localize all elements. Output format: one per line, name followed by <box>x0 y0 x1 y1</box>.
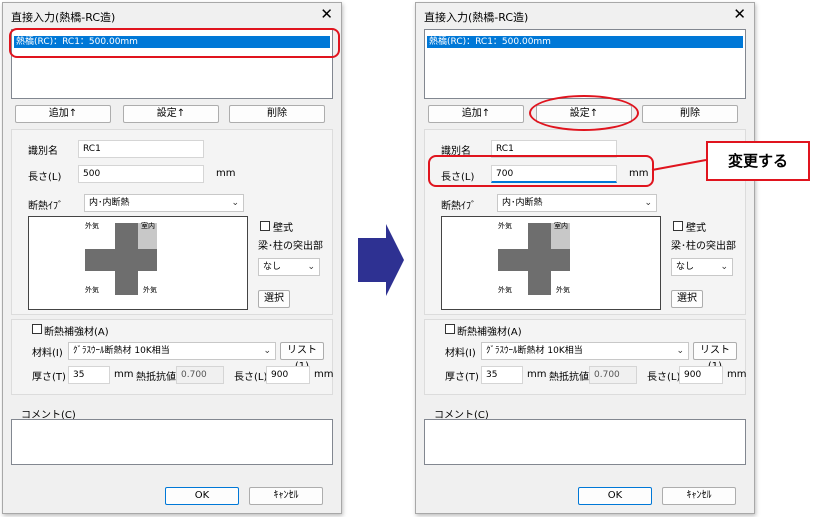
thermal-bridge-list[interactable]: 熱橋(RC)：RC1：500.00mm <box>424 29 746 99</box>
comment-field[interactable] <box>11 419 333 465</box>
set-button[interactable]: 設定↑ <box>123 105 219 123</box>
highlight-set-button <box>529 95 639 131</box>
reinforcement-panel: 断熱補強材(A) 材料(I) ｸﾞﾗｽｳｰﾙ断熱材 10K相当 ⌄ リスト(1)… <box>424 319 746 395</box>
id-field[interactable]: RC1 <box>78 140 204 158</box>
insulation-type-label: 断熱ｲﾌﾞ <box>441 201 476 212</box>
insulation-type-value: 内･内断熱 <box>89 198 130 208</box>
length-field[interactable]: 500 <box>78 165 204 183</box>
reinforcement-label: 断熱補強材(A) <box>457 327 522 338</box>
length2-unit: mm <box>314 369 334 380</box>
close-icon[interactable]: ✕ <box>733 5 746 23</box>
protrusion-label: 梁･柱の突出部 <box>258 241 323 252</box>
callout-pointer <box>651 159 707 171</box>
insulation-type-label: 断熱ｲﾌﾞ <box>28 201 63 212</box>
thickness-unit: mm <box>114 369 134 380</box>
outside-label: 外気 <box>498 286 512 294</box>
highlight-list-item <box>9 28 340 58</box>
wall-type-checkbox[interactable] <box>673 221 683 231</box>
outside-label: 外気 <box>556 286 570 294</box>
resistance-field: 0.700 <box>589 366 637 384</box>
add-button[interactable]: 追加↑ <box>15 105 111 123</box>
select-button[interactable]: 選択 <box>258 290 290 308</box>
insulation-type-value: 内･内断熱 <box>502 198 543 208</box>
ok-button[interactable]: OK <box>165 487 239 505</box>
comment-field[interactable] <box>424 419 746 465</box>
insulation-type-select[interactable]: 内･内断熱 ⌄ <box>497 194 657 212</box>
protrusion-value: なし <box>263 262 282 272</box>
reinforcement-checkbox[interactable] <box>32 324 42 334</box>
junction-diagram: 外気 室内 外気 外気 <box>441 216 661 310</box>
list-button[interactable]: リスト(1) <box>280 342 324 372</box>
dialog-after: 直接入力(熱橋-RC造) ✕ 熱橋(RC)：RC1：500.00mm 追加↑ 設… <box>415 2 755 514</box>
length2-label: 長さ(L) <box>234 372 268 383</box>
delete-button[interactable]: 削除 <box>229 105 325 123</box>
resistance-field: 0.700 <box>176 366 224 384</box>
right-arrow-icon <box>358 224 404 296</box>
chevron-down-icon: ⌄ <box>263 346 271 356</box>
resistance-label: 熱抵抗値 <box>549 372 589 383</box>
material-select[interactable]: ｸﾞﾗｽｳｰﾙ断熱材 10K相当 ⌄ <box>68 342 276 360</box>
junction-diagram: 外気 室内 外気 外気 <box>28 216 248 310</box>
thickness-field[interactable]: 35 <box>481 366 523 384</box>
wall-horizontal <box>85 249 157 271</box>
wall-type-label: 壁式 <box>686 223 706 234</box>
dialog-before: 直接入力(熱橋-RC造) ✕ 熱橋(RC)：RC1：500.00mm 追加↑ 設… <box>2 2 342 514</box>
chevron-down-icon: ⌄ <box>231 198 239 208</box>
material-select[interactable]: ｸﾞﾗｽｳｰﾙ断熱材 10K相当 ⌄ <box>481 342 689 360</box>
cancel-button[interactable]: ｷｬﾝｾﾙ <box>662 487 736 505</box>
length-unit: mm <box>216 168 236 179</box>
material-value: ｸﾞﾗｽｳｰﾙ断熱材 10K相当 <box>486 346 583 356</box>
outside-label: 外気 <box>143 286 157 294</box>
thickness-label: 厚さ(T) <box>32 372 66 383</box>
chevron-down-icon: ⌄ <box>720 262 728 272</box>
inside-label: 室内 <box>554 222 568 230</box>
highlight-length-field <box>428 155 654 187</box>
list-button[interactable]: リスト(1) <box>693 342 737 372</box>
reinforcement-checkbox[interactable] <box>445 324 455 334</box>
material-label: 材料(I) <box>32 348 63 359</box>
id-label: 識別名 <box>28 146 58 157</box>
outside-label: 外気 <box>498 222 512 230</box>
wall-type-checkbox[interactable] <box>260 221 270 231</box>
thickness-unit: mm <box>527 369 547 380</box>
close-icon[interactable]: ✕ <box>320 5 333 23</box>
ok-button[interactable]: OK <box>578 487 652 505</box>
protrusion-value: なし <box>676 262 695 272</box>
material-label: 材料(I) <box>445 348 476 359</box>
length2-field[interactable]: 900 <box>266 366 310 384</box>
wall-type-label: 壁式 <box>273 223 293 234</box>
reinforcement-panel: 断熱補強材(A) 材料(I) ｸﾞﾗｽｳｰﾙ断熱材 10K相当 ⌄ リスト(1)… <box>11 319 333 395</box>
outside-label: 外気 <box>85 286 99 294</box>
list-item[interactable]: 熱橋(RC)：RC1：500.00mm <box>427 36 743 48</box>
chevron-down-icon: ⌄ <box>644 198 652 208</box>
thickness-field[interactable]: 35 <box>68 366 110 384</box>
settings-panel: 識別名 RC1 長さ(L) 500 mm 断熱ｲﾌﾞ 内･内断熱 ⌄ 外気 室内… <box>11 129 333 315</box>
cancel-button[interactable]: ｷｬﾝｾﾙ <box>249 487 323 505</box>
protrusion-select[interactable]: なし ⌄ <box>258 258 320 276</box>
length2-field[interactable]: 900 <box>679 366 723 384</box>
delete-button[interactable]: 削除 <box>642 105 738 123</box>
thickness-label: 厚さ(T) <box>445 372 479 383</box>
length2-label: 長さ(L) <box>647 372 681 383</box>
insulation-type-select[interactable]: 内･内断熱 ⌄ <box>84 194 244 212</box>
outside-label: 外気 <box>85 222 99 230</box>
select-button[interactable]: 選択 <box>671 290 703 308</box>
inside-label: 室内 <box>141 222 155 230</box>
chevron-down-icon: ⌄ <box>676 346 684 356</box>
material-value: ｸﾞﾗｽｳｰﾙ断熱材 10K相当 <box>73 346 170 356</box>
dialog-title: 直接入力(熱橋-RC造) <box>11 11 116 24</box>
callout-label: 変更する <box>706 141 810 181</box>
length-label: 長さ(L) <box>28 172 62 183</box>
resistance-label: 熱抵抗値 <box>136 372 176 383</box>
protrusion-label: 梁･柱の突出部 <box>671 241 736 252</box>
wall-horizontal <box>498 249 570 271</box>
protrusion-select[interactable]: なし ⌄ <box>671 258 733 276</box>
chevron-down-icon: ⌄ <box>307 262 315 272</box>
length2-unit: mm <box>727 369 747 380</box>
reinforcement-label: 断熱補強材(A) <box>44 327 109 338</box>
dialog-title: 直接入力(熱橋-RC造) <box>424 11 529 24</box>
add-button[interactable]: 追加↑ <box>428 105 524 123</box>
